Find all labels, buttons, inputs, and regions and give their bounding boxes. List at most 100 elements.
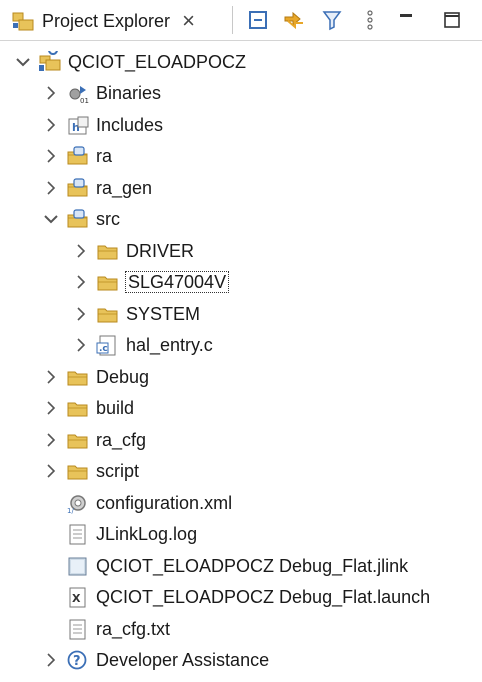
launch-file-icon: X bbox=[69, 587, 86, 608]
link-with-editor-icon bbox=[284, 11, 303, 30]
tree-item[interactable]: X QCIOT_ELOADPOCZ Debug_Flat.launch bbox=[0, 582, 482, 614]
view-menu-button[interactable] bbox=[356, 6, 384, 34]
project-tree: QCIOT_ELOADPOCZ 01 Binaries h Includes ra ra_g… bbox=[0, 46, 482, 676]
tree-item-label: ra_gen bbox=[96, 177, 153, 198]
folder-icon bbox=[67, 402, 88, 417]
tree-item[interactable]: SYSTEM bbox=[0, 298, 482, 330]
text-file-icon bbox=[69, 619, 86, 640]
minimize-icon bbox=[400, 14, 412, 17]
close-icon[interactable]: × bbox=[182, 10, 195, 32]
tree-item-label: ra_cfg.txt bbox=[96, 618, 171, 639]
svg-text:.c: .c bbox=[99, 344, 108, 354]
chevron-right-icon[interactable] bbox=[42, 431, 60, 449]
tree-item-label: build bbox=[96, 398, 135, 419]
tree-item-label: QCIOT_ELOADPOCZ Debug_Flat.launch bbox=[96, 587, 431, 608]
chevron-right-icon[interactable] bbox=[42, 462, 60, 480]
tree-item[interactable]: ra_cfg bbox=[0, 424, 482, 456]
tree-item[interactable]: 1/configuration.xml bbox=[0, 487, 482, 519]
collapse-all-icon bbox=[249, 11, 267, 29]
tree-item[interactable]: src bbox=[0, 204, 482, 236]
maximize-icon bbox=[444, 12, 460, 28]
help-icon: ? bbox=[67, 650, 87, 670]
tree-item[interactable]: 01 Binaries bbox=[0, 78, 482, 110]
chevron-right-icon[interactable] bbox=[72, 242, 90, 260]
jlink-file-icon bbox=[68, 557, 87, 576]
view-title: Project Explorer bbox=[42, 10, 171, 31]
chevron-right-icon[interactable] bbox=[42, 651, 60, 669]
source-folder-icon bbox=[67, 178, 88, 197]
maximize-button[interactable] bbox=[438, 6, 466, 34]
tab-project-explorer[interactable]: Project Explorer × bbox=[4, 4, 226, 38]
tree-item-label: JLinkLog.log bbox=[96, 524, 198, 545]
source-folder-icon bbox=[67, 209, 88, 228]
binaries-icon: 01 bbox=[69, 86, 89, 104]
link-with-editor-button[interactable] bbox=[280, 6, 308, 34]
chevron-right-icon[interactable] bbox=[42, 368, 60, 386]
tree-item-label: Includes bbox=[96, 114, 164, 135]
tree-item[interactable]: QCIOT_ELOADPOCZ bbox=[0, 46, 482, 78]
folder-icon bbox=[97, 245, 118, 260]
folder-icon bbox=[97, 308, 118, 323]
chevron-right-icon[interactable] bbox=[42, 84, 60, 102]
tree-item-label: src bbox=[96, 209, 120, 230]
filter-icon bbox=[322, 11, 342, 31]
c-file-icon: .c bbox=[96, 335, 116, 356]
tree-item[interactable]: h Includes bbox=[0, 109, 482, 141]
tree-item-label: SYSTEM bbox=[126, 303, 201, 324]
tree-item-label: SLG47004V bbox=[124, 271, 230, 294]
tree-item-label: ra_cfg bbox=[96, 429, 147, 450]
folder-icon bbox=[97, 276, 118, 291]
tree-item-label: QCIOT_ELOADPOCZ Debug_Flat.jlink bbox=[96, 555, 409, 576]
tree-item[interactable]: JLinkLog.log bbox=[0, 519, 482, 551]
chevron-down-icon[interactable] bbox=[14, 53, 32, 71]
tree-item[interactable]: .c hal_entry.c bbox=[0, 330, 482, 362]
tree-item[interactable]: ra_gen bbox=[0, 172, 482, 204]
collapse-all-button[interactable] bbox=[244, 6, 272, 34]
chevron-right-icon[interactable] bbox=[72, 336, 90, 354]
folder-icon bbox=[67, 371, 88, 386]
tree-item[interactable]: DRIVER bbox=[0, 235, 482, 267]
chevron-down-icon[interactable] bbox=[42, 210, 60, 228]
svg-text:X: X bbox=[72, 592, 81, 605]
tree-item-label: configuration.xml bbox=[96, 492, 233, 513]
chevron-right-icon[interactable] bbox=[42, 399, 60, 417]
tree-item-label: ra bbox=[96, 146, 113, 167]
chevron-right-icon[interactable] bbox=[42, 147, 60, 165]
chevron-right-icon[interactable] bbox=[42, 179, 60, 197]
tree-item-label: hal_entry.c bbox=[126, 335, 213, 356]
tree-item[interactable]: build bbox=[0, 393, 482, 425]
tree-item-label: QCIOT_ELOADPOCZ bbox=[68, 51, 247, 72]
tree-item-label: Developer Assistance bbox=[96, 650, 270, 671]
chevron-right-icon[interactable] bbox=[72, 273, 90, 291]
tree-item[interactable]: script bbox=[0, 456, 482, 488]
tree-item[interactable]: ra_cfg.txt bbox=[0, 613, 482, 645]
source-folder-icon bbox=[67, 146, 88, 165]
view-tab-bar: Project Explorer × bbox=[0, 0, 482, 41]
tree-item[interactable]: QCIOT_ELOADPOCZ Debug_Flat.jlink bbox=[0, 550, 482, 582]
project-explorer-icon bbox=[12, 12, 34, 31]
project-icon bbox=[39, 50, 61, 71]
tree-item-label: DRIVER bbox=[126, 240, 195, 261]
svg-text:01: 01 bbox=[80, 97, 89, 104]
tree-item-label: Debug bbox=[96, 366, 150, 387]
tree-item[interactable]: ? Developer Assistance bbox=[0, 645, 482, 677]
svg-text:1/: 1/ bbox=[67, 507, 74, 514]
chevron-right-icon[interactable] bbox=[42, 116, 60, 134]
toolbar-divider bbox=[232, 6, 233, 34]
includes-icon: h bbox=[68, 116, 89, 135]
folder-icon bbox=[67, 434, 88, 449]
text-file-icon bbox=[69, 524, 86, 545]
chevron-right-icon[interactable] bbox=[72, 305, 90, 323]
tree-item[interactable]: SLG47004V bbox=[0, 267, 482, 299]
folder-icon bbox=[67, 465, 88, 480]
filter-button[interactable] bbox=[318, 6, 346, 34]
tree-item-label: Binaries bbox=[96, 83, 162, 104]
tree-item[interactable]: ra bbox=[0, 141, 482, 173]
minimize-button[interactable] bbox=[392, 6, 420, 34]
tree-item[interactable]: Debug bbox=[0, 361, 482, 393]
svg-text:?: ? bbox=[73, 654, 81, 669]
